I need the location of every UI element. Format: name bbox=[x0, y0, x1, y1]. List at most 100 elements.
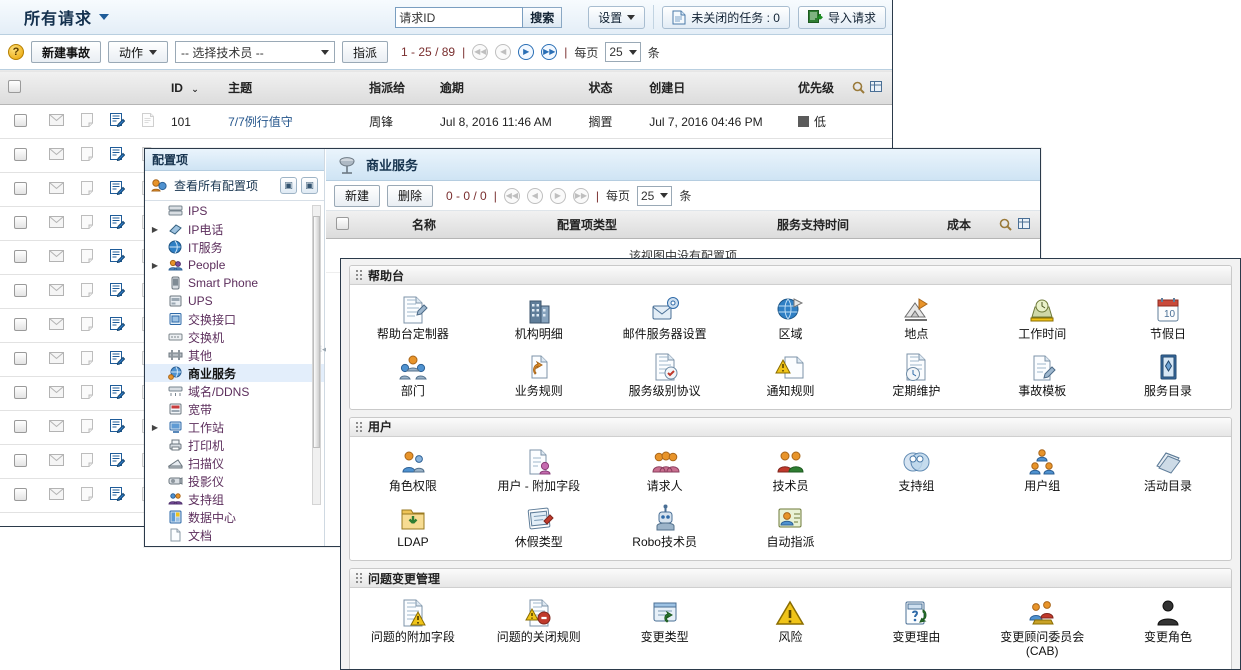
ci-column-header-type[interactable]: 配置项类型 bbox=[547, 216, 767, 233]
search-icon[interactable] bbox=[999, 218, 1012, 231]
admin-item-cab[interactable]: 变更顾问委员会 (CAB) bbox=[979, 594, 1105, 665]
edit-icon[interactable] bbox=[110, 385, 126, 400]
ci-tree-item-4[interactable]: ▶ Smart Phone bbox=[145, 274, 324, 292]
ci-new-button[interactable]: 新建 bbox=[334, 184, 381, 207]
admin-item-change-additional-fields[interactable]: 变更的附加字段 bbox=[728, 665, 854, 669]
ci-select-all-checkbox[interactable] bbox=[336, 216, 349, 230]
table-row[interactable]: 101 7/7例行值守 周锋 Jul 8, 2016 11:46 AM 搁置 Jul 7,… bbox=[0, 104, 892, 139]
ci-tree-item-3[interactable]: ▶ People bbox=[145, 256, 324, 274]
admin-item-problem-additional-fields[interactable]: 问题的附加字段 bbox=[350, 594, 476, 665]
drag-handle-icon[interactable] bbox=[356, 573, 362, 584]
note-icon[interactable] bbox=[81, 249, 94, 263]
admin-item-sla[interactable]: 服务级别协议 bbox=[602, 348, 728, 405]
ci-tree-item-9[interactable]: ▶ 商业服务 bbox=[145, 364, 324, 382]
admin-item-support-group[interactable]: 支持组 bbox=[853, 443, 979, 500]
ci-tree-item-2[interactable]: ▶ IT服务 bbox=[145, 238, 324, 256]
ci-tree-scrollbar[interactable] bbox=[312, 205, 321, 505]
new-incident-button[interactable]: 新建事故 bbox=[31, 41, 102, 63]
admin-item-change-stage[interactable]: 变更阶段 bbox=[350, 665, 476, 669]
attachment-icon[interactable] bbox=[142, 113, 155, 127]
ci-column-header-cost[interactable]: 成本 bbox=[937, 216, 989, 233]
note-icon[interactable] bbox=[81, 385, 94, 399]
last-page-button[interactable]: ▶▶ bbox=[541, 44, 558, 60]
actions-button[interactable]: 动作 bbox=[108, 41, 169, 63]
row-checkbox[interactable] bbox=[14, 385, 28, 399]
ci-tree-item-1[interactable]: ▶ IP电话 bbox=[145, 220, 324, 238]
ci-tree-item-8[interactable]: ▶ 其他 bbox=[145, 346, 324, 364]
row-checkbox[interactable] bbox=[14, 351, 28, 365]
email-icon[interactable] bbox=[49, 318, 65, 330]
column-chooser-icon[interactable] bbox=[870, 81, 884, 94]
admin-item-roles[interactable]: 角色权限 bbox=[350, 443, 476, 500]
row-checkbox[interactable] bbox=[14, 215, 28, 229]
admin-item-change-closure-rules[interactable]: 变更的关闭规则 bbox=[1105, 665, 1231, 669]
admin-item-region[interactable]: 区域 bbox=[728, 291, 854, 348]
ci-tree-item-14[interactable]: ▶ 扫描仪 bbox=[145, 454, 324, 472]
email-icon[interactable] bbox=[49, 352, 65, 364]
row-checkbox[interactable] bbox=[14, 283, 28, 297]
note-icon[interactable] bbox=[81, 487, 94, 501]
admin-item-operational-hours[interactable]: 工作时间 bbox=[979, 291, 1105, 348]
ci-tree[interactable]: ▶ IPS ▶ IP电话 ▶ IT服务 ▶ People ▶ Smart Phone ▶ UPS ▶ 交换… bbox=[145, 202, 324, 546]
admin-item-change-reason[interactable]: 变更理由 bbox=[853, 594, 979, 665]
note-icon[interactable] bbox=[81, 181, 94, 195]
admin-item-user-additional-fields[interactable]: 用户 - 附加字段 bbox=[476, 443, 602, 500]
edit-icon[interactable] bbox=[110, 351, 126, 366]
admin-item-change-type[interactable]: 变更类型 bbox=[602, 594, 728, 665]
drag-handle-icon[interactable] bbox=[356, 270, 362, 280]
ci-tree-item-12[interactable]: ▶ 工作站 bbox=[145, 418, 324, 436]
edit-icon[interactable] bbox=[110, 215, 126, 230]
expand-arrow-icon[interactable]: ▶ bbox=[151, 423, 159, 432]
email-icon[interactable] bbox=[49, 454, 65, 466]
email-icon[interactable] bbox=[49, 216, 65, 228]
admin-item-notification-rules[interactable]: 通知规则 bbox=[728, 348, 854, 405]
admin-item-department[interactable]: 部门 bbox=[350, 348, 476, 405]
email-icon[interactable] bbox=[49, 250, 65, 262]
search-icon[interactable] bbox=[852, 81, 865, 94]
column-header-status[interactable]: 状态 bbox=[580, 70, 642, 105]
edit-icon[interactable] bbox=[110, 181, 126, 196]
admin-item-leave-type[interactable]: 休假类型 bbox=[476, 499, 602, 556]
view-all-ci-label[interactable]: 查看所有配置项 bbox=[174, 177, 258, 194]
ci-tree-item-5[interactable]: ▶ UPS bbox=[145, 292, 324, 310]
admin-item-technician[interactable]: 技术员 bbox=[728, 443, 854, 500]
email-icon[interactable] bbox=[49, 386, 65, 398]
ci-next-page-button[interactable]: ▶ bbox=[549, 187, 566, 204]
email-icon[interactable] bbox=[49, 114, 65, 126]
ci-tree-item-16[interactable]: ▶ 支持组 bbox=[145, 490, 324, 508]
ci-tree-item-10[interactable]: ▶ 域名/DDNS bbox=[145, 382, 324, 400]
search-button[interactable]: 搜索 bbox=[523, 6, 563, 28]
admin-item-active-directory[interactable]: 活动目录 bbox=[1105, 443, 1231, 500]
ci-prev-page-button[interactable]: ◀ bbox=[526, 187, 543, 204]
edit-icon[interactable] bbox=[110, 419, 126, 434]
admin-item-holidays[interactable]: 10 节假日 bbox=[1105, 291, 1231, 348]
admin-item-requester[interactable]: 请求人 bbox=[602, 443, 728, 500]
note-icon[interactable] bbox=[81, 283, 94, 297]
select-all-checkbox[interactable] bbox=[8, 79, 21, 93]
ci-per-page-select[interactable]: 25 bbox=[636, 185, 673, 206]
ci-tree-item-6[interactable]: ▶ 交换接口 bbox=[145, 310, 324, 328]
admin-item-ldap[interactable]: LDAP bbox=[350, 499, 476, 556]
first-page-button[interactable]: ◀◀ bbox=[472, 44, 489, 60]
prev-page-button[interactable]: ◀ bbox=[495, 44, 512, 60]
note-icon[interactable] bbox=[81, 317, 94, 331]
expand-all-button[interactable]: ▣ bbox=[301, 177, 318, 194]
admin-item-incident-template[interactable]: 事故模板 bbox=[979, 348, 1105, 405]
open-tasks-button[interactable]: 未关闭的任务 : 0 bbox=[662, 5, 790, 29]
admin-item-business-rules[interactable]: 业务规则 bbox=[476, 348, 602, 405]
email-icon[interactable] bbox=[49, 148, 65, 160]
email-icon[interactable] bbox=[49, 420, 65, 432]
email-icon[interactable] bbox=[49, 284, 65, 296]
email-icon[interactable] bbox=[49, 182, 65, 194]
edit-icon[interactable] bbox=[110, 147, 126, 162]
admin-item-change-role[interactable]: 变更角色 bbox=[1105, 594, 1231, 665]
ci-column-header-support-time[interactable]: 服务支持时间 bbox=[767, 216, 937, 233]
row-checkbox[interactable] bbox=[14, 147, 28, 161]
edit-icon[interactable] bbox=[110, 113, 126, 128]
ci-last-page-button[interactable]: ▶▶ bbox=[572, 187, 589, 204]
admin-section-header[interactable]: 帮助台 bbox=[350, 266, 1231, 285]
ci-tree-item-7[interactable]: ▶ 交换机 bbox=[145, 328, 324, 346]
subject-link[interactable]: 7/7例行值守 bbox=[228, 115, 293, 129]
row-checkbox[interactable] bbox=[14, 317, 28, 331]
next-page-button[interactable]: ▶ bbox=[518, 44, 535, 60]
